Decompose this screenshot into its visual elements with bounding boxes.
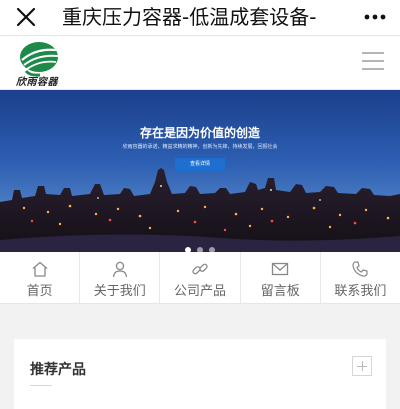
nav-item-label: 联系我们	[334, 284, 387, 299]
nav-item-label: 留言板	[260, 284, 300, 299]
page-title: 重庆压力容器-低温成套设备-	[62, 5, 317, 29]
nav-item-contact[interactable]: 联系我们	[319, 252, 400, 303]
section-title: 推荐产品	[30, 362, 86, 378]
nav-item-guestbook[interactable]: 留言板	[239, 252, 320, 303]
link-icon	[192, 263, 208, 275]
nav-item-home[interactable]: 首页	[0, 252, 79, 303]
banner-title: 存在是因为价值的创造	[139, 126, 260, 140]
mail-icon	[272, 262, 289, 276]
top-bar: 重庆压力容器-低温成套设备-	[0, 0, 400, 36]
nav-item-label: 首页	[26, 284, 53, 299]
home-icon	[32, 261, 48, 277]
nav-item-label: 关于我们	[93, 284, 146, 299]
nav-item-products[interactable]: 公司产品	[159, 252, 239, 303]
nav-item-label: 公司产品	[174, 284, 227, 299]
more-dots-icon[interactable]	[364, 14, 386, 20]
title-underline	[30, 385, 52, 386]
logo-text: 欣雨容器	[16, 77, 58, 88]
recommended-products-card: 推荐产品	[14, 339, 386, 409]
site-header: 欣雨容器	[0, 36, 400, 90]
banner-details-button[interactable]: 查看详情	[175, 158, 225, 171]
banner-subtitle: 欣雨容器的承诺，精益求精的精神，创新为先锋，持续发展，回报社会	[122, 144, 278, 150]
hero-banner[interactable]: 存在是因为价值的创造 欣雨容器的承诺，精益求精的精神，创新为先锋，持续发展，回报…	[0, 90, 400, 252]
main-nav: 首页 关于我们 公司产品 留言板 联系我们	[0, 252, 400, 304]
city-night-image	[0, 90, 400, 252]
nav-item-about[interactable]: 关于我们	[79, 252, 159, 303]
plus-icon[interactable]	[352, 356, 372, 376]
close-icon[interactable]	[14, 5, 38, 29]
hamburger-menu-icon[interactable]	[362, 50, 384, 72]
phone-icon	[352, 261, 369, 277]
user-icon	[112, 261, 127, 278]
